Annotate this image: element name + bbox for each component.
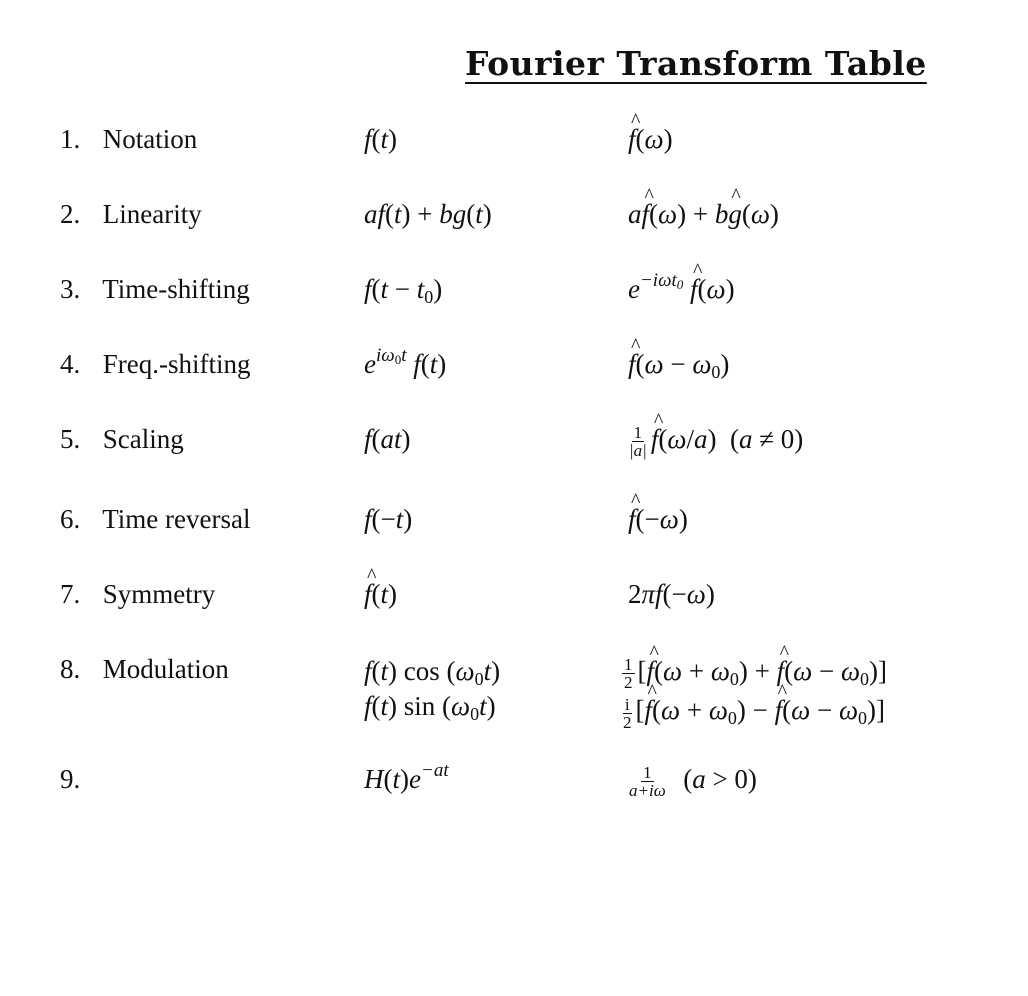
fraction: 1 |a| [629, 423, 647, 461]
freq-domain-expr: 1 a+iω (a > 0) [629, 763, 757, 801]
row-label: 8. Modulation [60, 654, 229, 684]
time-domain-expr: H(t)e−at [364, 760, 449, 794]
fraction: 1 a+iω [629, 763, 666, 801]
time-domain-expr: f(t) [364, 565, 397, 610]
table-row: 7. Symmetry f(t) 2πf(−ω) [0, 565, 1028, 619]
fraction: 12 [622, 655, 635, 693]
fraction: i2 [622, 694, 632, 732]
row-label: 5. Scaling [60, 424, 184, 454]
table-row: 4. Freq.-shifting eiω0t f(t) f(ω − ω0) [0, 335, 1028, 389]
freq-domain-expr: 1|a|f(ω/a) (a ≠ 0) [628, 410, 803, 461]
row-label: 2. Linearity [60, 199, 202, 229]
table-row: 9. H(t)e−at 1 a+iω (a > 0) [0, 760, 1028, 804]
table-row: 1. Notation f(t) f(ω) [0, 110, 1028, 164]
row-label: 1. Notation [60, 124, 198, 154]
table-row: 5. Scaling f(at) 1|a|f(ω/a) (a ≠ 0) [0, 410, 1028, 464]
time-domain-expr: f(t) [364, 124, 398, 154]
table-row: 8. Modulation f(t) cos (ω0t) f(t) sin (ω… [0, 642, 1028, 734]
row-label: 9. [60, 764, 81, 794]
time-domain-expr: f(−t) [364, 504, 413, 534]
row-label: 6. Time reversal [60, 504, 251, 534]
freq-domain-expr: 12[f(ω + ω0) + f(ω − ω0)] i2[f(ω + ω0) −… [622, 642, 887, 732]
table-row: 3. Time-shifting f(t − t0) e−iωt0 f(ω) [0, 260, 1028, 314]
freq-domain-expr: f(−ω) [628, 490, 688, 535]
page-title: Fourier Transform Table [465, 44, 927, 83]
time-domain-expr: f(t) cos (ω0t) f(t) sin (ω0t) [364, 656, 501, 724]
time-domain-expr: eiω0t f(t) [364, 345, 447, 379]
row-label: 4. Freq.-shifting [60, 349, 251, 379]
time-domain-expr: af(t) + bg(t) [364, 199, 492, 229]
freq-domain-expr: af(ω) + bg(ω) [628, 185, 779, 230]
table-row: 6. Time reversal f(−t) f(−ω) [0, 490, 1028, 544]
freq-domain-expr: f(ω − ω0) [628, 335, 729, 381]
row-label: 7. Symmetry [60, 579, 216, 609]
freq-domain-expr: f(ω) [628, 110, 673, 155]
freq-domain-expr: 2πf(−ω) [628, 579, 715, 609]
freq-domain-expr: e−iωt0 f(ω) [628, 260, 735, 305]
table-row: 2. Linearity af(t) + bg(t) af(ω) + bg(ω) [0, 185, 1028, 239]
time-domain-expr: f(t − t0) [364, 274, 443, 307]
row-label: 3. Time-shifting [60, 274, 250, 304]
time-domain-expr: f(at) [364, 424, 411, 454]
